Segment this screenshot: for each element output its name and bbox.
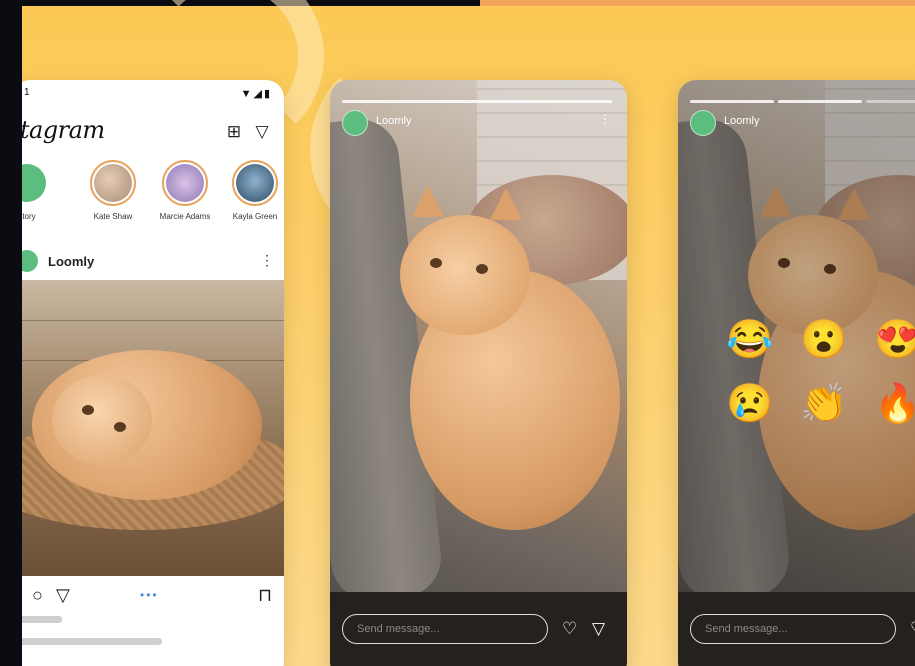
cat-eye — [476, 264, 488, 274]
story-label: Kate Shaw — [93, 212, 133, 221]
top-orange-band — [480, 0, 915, 6]
avatar[interactable] — [22, 250, 38, 272]
heart-icon[interactable]: ♡ — [562, 619, 577, 639]
post-account-name[interactable]: Loomly — [48, 254, 94, 269]
crying-emoji-reaction[interactable]: 😢 — [726, 382, 773, 426]
story-item-kayla-green[interactable]: Kayla Green — [220, 160, 284, 221]
clapping-emoji-reaction[interactable]: 👏 — [800, 382, 847, 426]
story-account-name[interactable]: Loomly — [724, 115, 759, 127]
feed-phone: 1 ▼◢▮ stagram ⊞ ▽ story Kate Shaw Marcie… — [22, 80, 284, 666]
avatar[interactable] — [342, 110, 368, 136]
story-label: Marcie Adams — [159, 212, 211, 221]
story-phone: Loomly ⋮ ♡ ▽ — [330, 80, 627, 666]
cat-eye — [778, 258, 790, 268]
cat-ear — [838, 188, 870, 220]
cat-eye — [824, 264, 836, 274]
cat-head — [748, 215, 878, 335]
story-item-kate-shaw[interactable]: Kate Shaw — [78, 160, 148, 221]
direct-message-icon[interactable]: ▽ — [252, 122, 272, 142]
story-avatar-ring — [162, 160, 208, 206]
cat-head — [52, 375, 152, 465]
surprised-emoji-reaction[interactable]: 😮 — [800, 318, 847, 362]
story-progress-bar — [778, 100, 862, 103]
cat-ear — [490, 188, 522, 220]
cat-eye — [430, 258, 442, 268]
avatar — [94, 164, 132, 202]
status-icons: ▼◢▮ — [240, 88, 272, 100]
cat-ear — [760, 185, 792, 217]
status-time: 1 — [24, 87, 30, 98]
post-photo — [22, 280, 284, 576]
comment-icon[interactable]: ○ — [32, 585, 43, 606]
story-progress-bar — [342, 100, 612, 103]
send-message-field[interactable] — [342, 614, 548, 644]
app-logo: stagram — [22, 116, 105, 144]
story-progress-bar — [690, 100, 774, 103]
story-label: Kayla Green — [232, 212, 278, 221]
avatar — [166, 164, 204, 202]
promo-canvas: 1 ▼◢▮ stagram ⊞ ▽ story Kate Shaw Marcie… — [22, 0, 915, 666]
reply-bar: ♡ ▽ — [330, 592, 627, 666]
laughing-emoji-reaction[interactable]: 😂 — [726, 318, 773, 362]
heart-eyes-emoji-reaction[interactable]: 😍 — [874, 318, 915, 362]
story-photo — [330, 80, 627, 605]
floor-line — [22, 320, 284, 321]
more-options-icon[interactable]: ⋮ — [599, 112, 611, 126]
story-label: story — [22, 212, 36, 221]
post-header: Loomly ⋮ — [22, 246, 284, 278]
heart-icon[interactable]: ♡ — [910, 619, 915, 639]
avatar[interactable] — [690, 110, 716, 136]
story-progress-bar — [866, 100, 915, 103]
story-item-own[interactable]: story — [22, 160, 62, 221]
reply-bar: ♡ — [678, 592, 915, 666]
story-reactions-phone: Loomly 😂 😮 😍 😢 👏 🔥 ♡ — [678, 80, 915, 666]
avatar — [236, 164, 274, 202]
bookmark-icon[interactable]: ⊓ — [258, 585, 272, 606]
share-icon[interactable]: ▽ — [56, 585, 70, 606]
cat-eye — [82, 405, 94, 415]
cat-eye — [114, 422, 126, 432]
cat-head — [400, 215, 530, 335]
cat-ear — [412, 185, 444, 217]
story-avatar-ring — [22, 160, 50, 206]
carousel-dots: ••• — [140, 588, 159, 602]
placeholder-text-line — [22, 616, 62, 623]
add-post-icon[interactable]: ⊞ — [224, 122, 244, 142]
more-options-icon[interactable]: ⋮ — [260, 252, 274, 269]
send-icon[interactable]: ▽ — [592, 619, 605, 639]
story-avatar-ring — [232, 160, 278, 206]
avatar — [22, 164, 46, 202]
story-avatar-ring — [90, 160, 136, 206]
story-account-name[interactable]: Loomly — [376, 115, 411, 127]
send-message-field[interactable] — [690, 614, 896, 644]
story-item-marcie-adams[interactable]: Marcie Adams — [150, 160, 220, 221]
placeholder-text-line — [22, 638, 162, 645]
fire-emoji-reaction[interactable]: 🔥 — [874, 382, 915, 426]
